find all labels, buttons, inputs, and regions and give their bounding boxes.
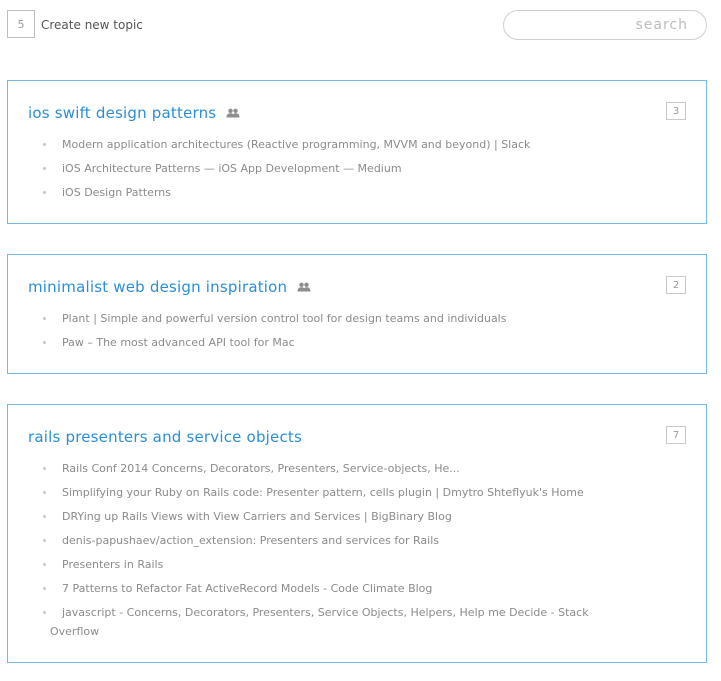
link[interactable]: Modern application architectures (Reacti… <box>62 138 530 151</box>
topic-count-badge[interactable]: 5 <box>7 10 35 38</box>
link[interactable]: Rails Conf 2014 Concerns, Decorators, Pr… <box>62 462 460 475</box>
topic-link-count: 2 <box>666 276 686 294</box>
group-icon <box>226 108 240 118</box>
link[interactable]: 7 Patterns to Refactor Fat ActiveRecord … <box>62 582 432 595</box>
page: 5 Create new topic ios swift design patt… <box>0 0 721 681</box>
link[interactable]: Simplifying your Ruby on Rails code: Pre… <box>62 486 584 499</box>
list-item: 7 Patterns to Refactor Fat ActiveRecord … <box>43 579 653 598</box>
link[interactable]: iOS Design Patterns <box>62 186 171 199</box>
topic-header: ios swift design patterns <box>28 104 240 122</box>
list-item: iOS Design Patterns <box>43 183 653 202</box>
list-item: DRYing up Rails Views with View Carriers… <box>43 507 653 526</box>
topic-link-count: 7 <box>666 426 686 444</box>
link[interactable]: javascript - Concerns, Decorators, Prese… <box>62 606 589 619</box>
toolbar: 5 Create new topic <box>7 10 707 42</box>
link-list: Plant | Simple and powerful version cont… <box>43 309 653 357</box>
link[interactable]: DRYing up Rails Views with View Carriers… <box>62 510 452 523</box>
list-item: Plant | Simple and powerful version cont… <box>43 309 653 328</box>
link[interactable]: denis-papushaev/action_extension: Presen… <box>62 534 439 547</box>
topic-card: ios swift design patterns 3 Modern appli… <box>7 80 707 224</box>
link[interactable]: Paw – The most advanced API tool for Mac <box>62 336 295 349</box>
list-item: Simplifying your Ruby on Rails code: Pre… <box>43 483 653 502</box>
list-item: Rails Conf 2014 Concerns, Decorators, Pr… <box>43 459 653 478</box>
list-item: iOS Architecture Patterns — iOS App Deve… <box>43 159 653 178</box>
group-icon <box>297 282 311 292</box>
create-topic-link[interactable]: Create new topic <box>41 18 143 32</box>
topic-link-count: 3 <box>666 102 686 120</box>
list-item: Paw – The most advanced API tool for Mac <box>43 333 653 352</box>
topic-header: rails presenters and service objects <box>28 428 302 446</box>
link[interactable]: Plant | Simple and powerful version cont… <box>62 312 506 325</box>
topic-card: rails presenters and service objects 7 R… <box>7 404 707 663</box>
list-item: javascript - Concerns, Decorators, Prese… <box>43 603 653 641</box>
link[interactable]: Presenters in Rails <box>62 558 163 571</box>
link-continuation[interactable]: Overflow <box>50 622 653 641</box>
search-input[interactable] <box>503 10 707 40</box>
list-item: Modern application architectures (Reacti… <box>43 135 653 154</box>
link[interactable]: iOS Architecture Patterns — iOS App Deve… <box>62 162 402 175</box>
list-item: denis-papushaev/action_extension: Presen… <box>43 531 653 550</box>
topic-title[interactable]: ios swift design patterns <box>28 104 216 122</box>
list-item: Presenters in Rails <box>43 555 653 574</box>
link-list: Rails Conf 2014 Concerns, Decorators, Pr… <box>43 459 653 646</box>
topic-title[interactable]: minimalist web design inspiration <box>28 278 287 296</box>
topic-card: minimalist web design inspiration 2 Plan… <box>7 254 707 374</box>
topic-header: minimalist web design inspiration <box>28 278 311 296</box>
topic-title[interactable]: rails presenters and service objects <box>28 428 302 446</box>
link-list: Modern application architectures (Reacti… <box>43 135 653 207</box>
